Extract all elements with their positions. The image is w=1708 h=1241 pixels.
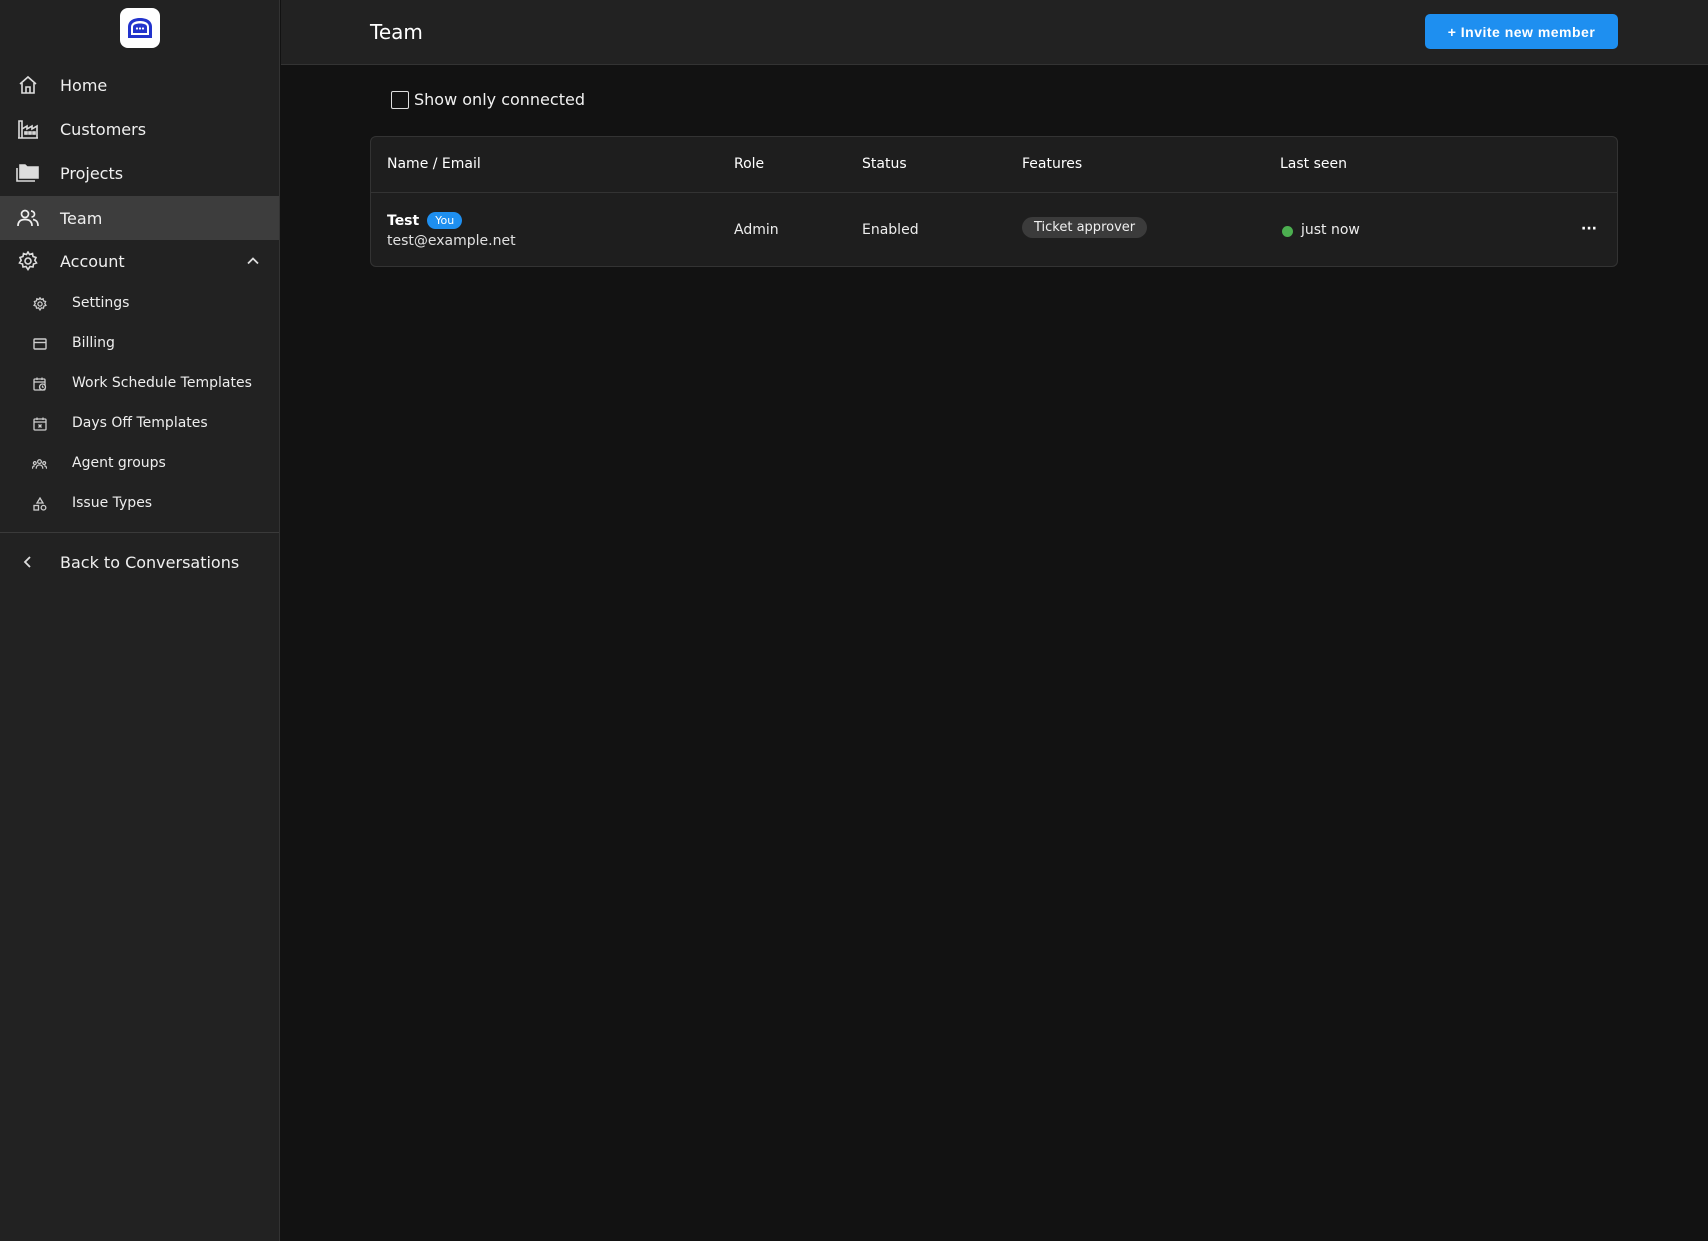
- people-icon: [16, 207, 40, 229]
- sidebar-item-customers[interactable]: Customers: [0, 107, 279, 151]
- page-title: Team: [370, 20, 423, 44]
- show-only-connected-filter[interactable]: Show only connected: [391, 90, 585, 109]
- sidebar-subitem-agent-groups[interactable]: Agent groups: [0, 445, 279, 481]
- sidebar-subitem-issue-types[interactable]: Issue Types: [0, 485, 279, 521]
- invite-new-member-button[interactable]: + Invite new member: [1425, 14, 1618, 49]
- sidebar-item-home[interactable]: Home: [0, 63, 279, 107]
- chevron-left-icon: [16, 551, 40, 573]
- member-email: test@example.net: [387, 233, 516, 249]
- credit-card-icon: [32, 336, 47, 351]
- team-table: Name / Email Role Status Features Last s…: [370, 136, 1618, 267]
- member-name: Test: [387, 212, 420, 229]
- sidebar-subitem-label: Work Schedule Templates: [72, 375, 252, 391]
- shapes-icon: [32, 496, 47, 511]
- folders-icon: [16, 162, 40, 184]
- home-icon: [16, 74, 40, 96]
- sidebar-subitem-label: Settings: [72, 295, 130, 311]
- back-to-conversations-link[interactable]: Back to Conversations: [0, 540, 279, 584]
- member-role: Admin: [734, 222, 779, 238]
- column-header-role[interactable]: Role: [734, 156, 764, 172]
- sidebar-subitem-label: Issue Types: [72, 495, 153, 511]
- you-badge: You: [427, 212, 463, 229]
- sidebar: Home Customers Projects Team Account Set…: [0, 0, 280, 1241]
- sidebar-subitem-billing[interactable]: Billing: [0, 325, 279, 361]
- member-last-seen: just now: [1301, 222, 1360, 238]
- column-header-features[interactable]: Features: [1022, 156, 1082, 172]
- sidebar-item-label: Projects: [60, 163, 124, 183]
- gear-icon: [16, 250, 40, 272]
- row-more-actions-button[interactable]: ···: [1574, 217, 1604, 241]
- column-header-status[interactable]: Status: [862, 156, 907, 172]
- sidebar-item-account[interactable]: Account: [0, 239, 279, 283]
- chevron-up-icon[interactable]: [245, 253, 261, 269]
- chat-bubble-logo-icon[interactable]: [120, 8, 160, 48]
- table-header-row: Name / Email Role Status Features Last s…: [371, 137, 1617, 193]
- factory-icon: [16, 118, 40, 140]
- back-to-conversations-label: Back to Conversations: [60, 552, 240, 572]
- sidebar-subitem-work-schedule-templates[interactable]: Work Schedule Templates: [0, 365, 279, 401]
- sidebar-item-label: Home: [60, 75, 108, 95]
- member-name-line: Test You: [387, 212, 463, 229]
- page-header: Team + Invite new member: [281, 0, 1708, 65]
- sidebar-subitem-label: Days Off Templates: [72, 415, 208, 431]
- calendar-clock-icon: [32, 376, 47, 391]
- show-only-connected-label: Show only connected: [414, 90, 585, 109]
- sidebar-item-label: Account: [60, 251, 125, 271]
- sidebar-subitem-label: Agent groups: [72, 455, 166, 471]
- sidebar-subitem-label: Billing: [72, 335, 115, 351]
- feature-chip: Ticket approver: [1022, 217, 1148, 238]
- gear-icon: [32, 296, 47, 311]
- sidebar-item-projects[interactable]: Projects: [0, 151, 279, 195]
- column-header-last-seen[interactable]: Last seen: [1280, 156, 1347, 172]
- member-status: Enabled: [862, 222, 919, 238]
- sidebar-divider: [0, 532, 279, 533]
- calendar-x-icon: [32, 416, 47, 431]
- sidebar-item-label: Team: [60, 208, 103, 228]
- group-icon: [32, 456, 47, 471]
- sidebar-item-team[interactable]: Team: [0, 196, 279, 240]
- show-only-connected-checkbox[interactable]: [391, 90, 409, 109]
- sidebar-item-label: Customers: [60, 119, 147, 139]
- sidebar-subitem-days-off-templates[interactable]: Days Off Templates: [0, 405, 279, 441]
- online-status-dot: [1282, 226, 1293, 237]
- column-header-name-email[interactable]: Name / Email: [387, 156, 481, 172]
- sidebar-subitem-settings[interactable]: Settings: [0, 285, 279, 321]
- table-row[interactable]: Test You test@example.net Admin Enabled …: [371, 193, 1617, 267]
